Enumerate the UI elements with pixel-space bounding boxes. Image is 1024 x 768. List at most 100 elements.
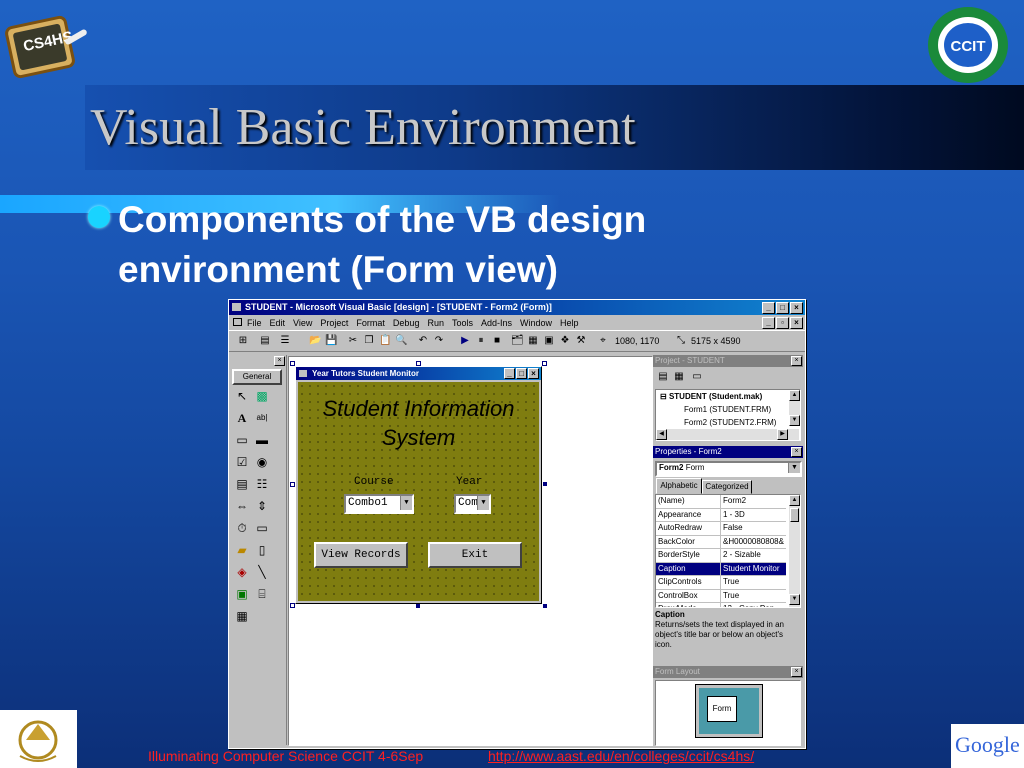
year-combo-dropdown-icon[interactable]: ▼	[477, 496, 489, 510]
tab-alphabetic[interactable]: Alphabetic	[656, 478, 702, 494]
project-item-form2[interactable]: Form2 (STUDENT2.FRM)	[684, 418, 776, 427]
tab-categorized[interactable]: Categorized	[702, 480, 752, 494]
open-icon[interactable]: 📂	[309, 335, 321, 346]
selection-handle[interactable]	[542, 361, 547, 366]
cut-icon[interactable]: ✂	[347, 335, 359, 346]
drivelist-tool-icon[interactable]: ▭	[253, 519, 271, 537]
course-combo[interactable]: Combo1 ▼	[344, 494, 414, 514]
form-layout-icon[interactable]: ▣	[543, 335, 555, 346]
image-tool-icon[interactable]: ▣	[233, 585, 251, 603]
start-icon[interactable]: ▶	[459, 335, 471, 346]
toolbox-close-icon[interactable]: ×	[274, 356, 285, 366]
toggle-folders-icon[interactable]: ▭	[691, 371, 703, 382]
close-button[interactable]: ×	[790, 302, 803, 314]
maximize-button[interactable]: □	[776, 302, 789, 314]
menu-debug[interactable]: Debug	[393, 318, 420, 328]
mdi-child-icon[interactable]	[233, 318, 242, 326]
textbox-tool-icon[interactable]: ab|	[253, 409, 271, 427]
listbox-tool-icon[interactable]: ☷	[253, 475, 271, 493]
child-restore-button[interactable]: ▫	[776, 317, 789, 329]
combobox-tool-icon[interactable]: ▤	[233, 475, 251, 493]
year-combo[interactable]: Com ▼	[454, 494, 491, 514]
menu-edit[interactable]: Edit	[270, 318, 286, 328]
selection-handle[interactable]	[543, 604, 547, 608]
form-window[interactable]: Year Tutors Student Monitor _ □ × Studen…	[295, 366, 542, 604]
properties-scroll-thumb[interactable]	[790, 508, 799, 522]
vb-title-bar[interactable]: STUDENT - Microsoft Visual Basic [design…	[229, 300, 805, 315]
properties-title[interactable]: Properties - Form2 ×	[653, 446, 803, 458]
menu-project[interactable]: Project	[320, 318, 348, 328]
redo-icon[interactable]: ↷	[433, 335, 445, 346]
property-row[interactable]: Caption Student Monitor	[656, 562, 786, 576]
form-close-button[interactable]: ×	[528, 368, 539, 379]
selection-handle[interactable]	[543, 482, 547, 486]
copy-icon[interactable]: ❐	[363, 335, 375, 346]
vscrollbar-tool-icon[interactable]: ⇕	[253, 497, 271, 515]
shape-tool-icon[interactable]: ◈	[233, 563, 251, 581]
property-row[interactable]: AutoRedraw False	[656, 522, 786, 536]
project-scrollbar[interactable]: ▲ ▼	[789, 390, 800, 426]
project-explorer-icon[interactable]: 🗂	[511, 335, 524, 346]
property-row[interactable]: ClipControls True	[656, 576, 786, 590]
property-value[interactable]: &H0000080808&	[721, 536, 786, 549]
child-minimize-button[interactable]: _	[762, 317, 775, 329]
menu-file[interactable]: File	[247, 318, 262, 328]
property-value[interactable]: True	[721, 576, 786, 589]
dirlist-tool-icon[interactable]: ▰	[233, 541, 251, 559]
view-records-button[interactable]: View Records	[314, 542, 408, 568]
selection-handle[interactable]	[290, 603, 295, 608]
form-layout-form[interactable]: Form	[707, 696, 737, 722]
properties-window-icon[interactable]: ▦	[527, 335, 539, 346]
save-icon[interactable]: 💾	[325, 335, 337, 346]
pointer-icon[interactable]: ↖	[233, 387, 251, 405]
menu-tools[interactable]: Tools	[452, 318, 473, 328]
view-code-icon[interactable]: ▤	[657, 371, 669, 382]
course-combo-dropdown-icon[interactable]: ▼	[400, 496, 412, 510]
project-item-form1[interactable]: Form1 (STUDENT.FRM)	[684, 405, 771, 414]
view-object-icon[interactable]: ▦	[673, 371, 685, 382]
toolbox-icon[interactable]: ⚒	[575, 335, 587, 346]
selection-handle[interactable]	[416, 361, 421, 366]
project-root[interactable]: ⊟ STUDENT (Student.mak)	[660, 392, 762, 401]
form-layout-title[interactable]: Form Layout ×	[653, 666, 803, 678]
project-hscrollbar[interactable]: ◀ ▶	[656, 429, 799, 440]
properties-close-icon[interactable]: ×	[791, 447, 802, 457]
object-selector-dropdown-icon[interactable]: ▼	[788, 463, 800, 473]
menu-format[interactable]: Format	[356, 318, 385, 328]
checkbox-tool-icon[interactable]: ☑	[233, 453, 251, 471]
menu-view[interactable]: View	[293, 318, 312, 328]
menu-window[interactable]: Window	[520, 318, 552, 328]
property-row[interactable]: (Name) Form2	[656, 495, 786, 509]
filelist-tool-icon[interactable]: ▯	[253, 541, 271, 559]
object-browser-icon[interactable]: ❖	[559, 335, 571, 346]
data-tool-icon[interactable]: ⌸	[253, 585, 271, 603]
exit-button[interactable]: Exit	[428, 542, 522, 568]
property-row[interactable]: BackColor &H0000080808&	[656, 535, 786, 549]
child-close-button[interactable]: ×	[790, 317, 803, 329]
form-maximize-button[interactable]: □	[516, 368, 527, 379]
toolbox-tab-general[interactable]: General	[232, 369, 282, 385]
property-value[interactable]: 1 - 3D	[721, 509, 786, 522]
frame-tool-icon[interactable]: ▭	[233, 431, 251, 449]
line-tool-icon[interactable]: ╲	[253, 563, 271, 581]
end-icon[interactable]: ■	[491, 335, 503, 346]
form-title-bar[interactable]: Year Tutors Student Monitor _ □ ×	[296, 367, 541, 380]
selection-handle[interactable]	[290, 482, 295, 487]
undo-icon[interactable]: ↶	[417, 335, 429, 346]
menu-help[interactable]: Help	[560, 318, 579, 328]
property-row[interactable]: ControlBox True	[656, 589, 786, 603]
form-client-area[interactable]: Student Information System Course Year C…	[298, 382, 539, 601]
picturebox-icon[interactable]: ▩	[253, 387, 271, 405]
selection-handle[interactable]	[416, 604, 420, 608]
footer-link[interactable]: http://www.aast.edu/en/colleges/ccit/cs4…	[488, 748, 754, 764]
menu-editor-icon[interactable]: ☰	[279, 335, 291, 346]
property-value[interactable]: 13 - Copy Pen	[721, 603, 786, 607]
add-project-icon[interactable]: ⊞	[237, 335, 249, 346]
form-minimize-button[interactable]: _	[504, 368, 515, 379]
optionbutton-tool-icon[interactable]: ◉	[253, 453, 271, 471]
minimize-button[interactable]: _	[762, 302, 775, 314]
find-icon[interactable]: 🔍	[395, 335, 407, 346]
break-icon[interactable]: ⏸	[475, 335, 487, 346]
ole-tool-icon[interactable]: ▦	[233, 607, 251, 625]
hscrollbar-tool-icon[interactable]: ⇔	[233, 497, 251, 515]
